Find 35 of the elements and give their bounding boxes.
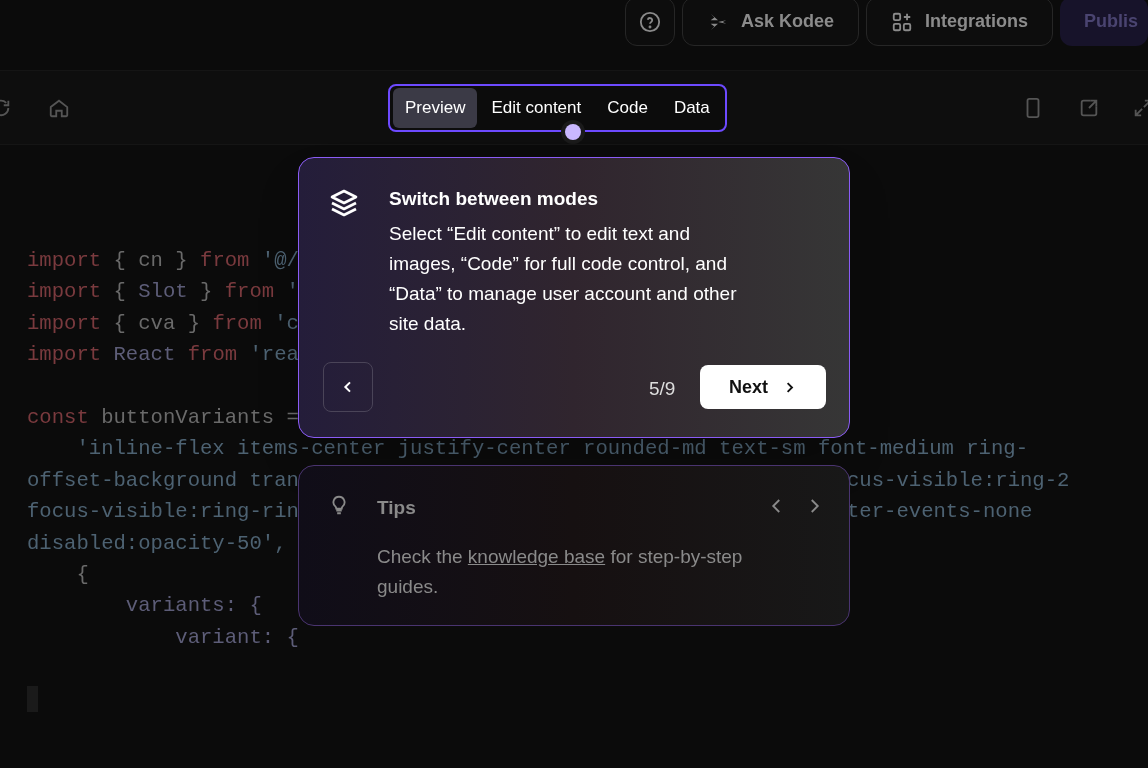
step-counter: 5/9 <box>649 377 676 401</box>
layers-icon <box>328 187 360 219</box>
external-link-icon[interactable] <box>1078 97 1100 119</box>
tour-title: Switch between modes <box>389 187 599 211</box>
toolbar-button[interactable]: Integrations <box>865 0 1053 46</box>
code-line: import { cn } from '@/ <box>27 248 299 274</box>
mode-tab[interactable]: Preview <box>393 88 478 128</box>
expand-icon[interactable] <box>1132 97 1148 119</box>
code-line: focus-visible:ring-rin <box>27 500 299 524</box>
code-line: variants: { <box>124 593 262 620</box>
code-line: import { Slot } from ' <box>27 279 299 306</box>
code-line: variant: { <box>174 624 299 651</box>
tips-title: Tips <box>377 496 416 520</box>
home-icon[interactable] <box>48 97 70 119</box>
code-line: { <box>75 561 89 588</box>
mode-tab[interactable]: Code <box>595 88 660 128</box>
help-button[interactable] <box>624 0 675 46</box>
help-icon <box>638 10 661 33</box>
code-line: disabled:opacity-50', <box>27 530 287 557</box>
code-line: ter-events-none <box>847 499 1033 526</box>
code-line: cus-visible:ring-2 <box>847 467 1070 494</box>
code-line: import React from 'rea <box>27 342 299 369</box>
apps-icon <box>890 10 913 33</box>
code-line: const buttonVariants = <box>27 404 299 431</box>
mode-tab[interactable]: Edit content <box>479 88 594 128</box>
mode-tab[interactable]: Data <box>661 88 722 128</box>
next-button[interactable]: Next <box>700 365 826 409</box>
code-line: import { cva } from 'c <box>27 310 299 337</box>
knowledge-base-link[interactable]: knowledge base <box>467 546 606 567</box>
tour-description: Select “Edit content” to edit text and images, “Code” for full code control, and “Data” to manage user account and other site data. <box>389 222 738 336</box>
code-line: offset-background tran <box>27 468 299 492</box>
back-button[interactable] <box>323 362 373 412</box>
toolbar-button[interactable]: Ask Kodee <box>681 0 859 46</box>
tips-text: Check the knowledge base for step-by-step guides. <box>377 545 744 599</box>
code-line: 'inline-flex items-center justify-center rounded-md text-sm font-medium ring- <box>75 436 1029 463</box>
